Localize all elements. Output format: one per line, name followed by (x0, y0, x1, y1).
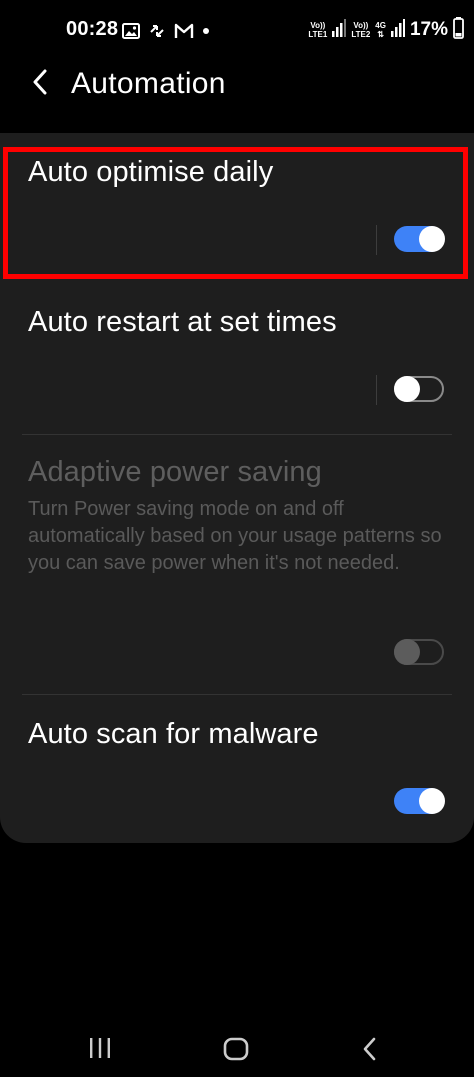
gallery-icon (122, 23, 140, 39)
battery-icon (453, 16, 464, 44)
setting-title: Auto optimise daily (28, 156, 274, 188)
nav-back-button[interactable] (362, 1037, 378, 1066)
status-bar: 00:28 Vo)) LTE1 Vo)) LTE2 4G ⇅ 17% (0, 0, 474, 60)
setting-title: Auto scan for malware (28, 718, 319, 750)
row-divider (22, 434, 452, 435)
sim1-volte-indicator: Vo)) LTE1 (308, 21, 328, 39)
auto-optimise-daily-toggle[interactable] (394, 226, 445, 252)
status-right: Vo)) LTE1 Vo)) LTE2 4G ⇅ 17% (308, 16, 464, 44)
battery-percent: 17% (409, 19, 448, 40)
gmail-icon (174, 23, 194, 39)
auto-scan-malware-toggle[interactable] (394, 788, 445, 814)
toggle-knob (419, 788, 445, 814)
header: Automation (0, 60, 474, 110)
notification-icons (122, 20, 210, 42)
transfer-icon (148, 22, 166, 40)
setting-adaptive-power-saving[interactable]: Adaptive power saving Turn Power saving … (0, 450, 474, 690)
recents-button[interactable] (88, 1037, 112, 1064)
auto-restart-toggle[interactable] (394, 376, 444, 402)
status-time: 00:28 (66, 18, 119, 40)
network-type-indicator: 4G ⇅ (375, 21, 386, 39)
screen: 00:28 Vo)) LTE1 Vo)) LTE2 4G ⇅ 17% Autom… (0, 0, 474, 1077)
home-icon (223, 1037, 249, 1066)
back-button[interactable] (24, 68, 56, 100)
signal-sim1-icon (332, 18, 347, 42)
setting-auto-restart[interactable]: Auto restart at set times (0, 300, 474, 430)
toggle-knob (394, 376, 420, 402)
recents-icon (88, 1037, 112, 1064)
adaptive-power-saving-toggle[interactable] (394, 639, 444, 665)
setting-title: Adaptive power saving (28, 456, 322, 488)
signal-sim2-icon (390, 18, 405, 42)
divider (376, 375, 377, 405)
chevron-left-icon (32, 69, 48, 100)
setting-description: Turn Power saving mode on and off automa… (28, 498, 442, 574)
divider (376, 225, 377, 255)
notification-dot-icon (202, 27, 210, 35)
sim2-volte-indicator: Vo)) LTE2 (351, 21, 371, 39)
toggle-knob (419, 226, 445, 252)
setting-auto-scan-malware[interactable]: Auto scan for malware (0, 712, 474, 832)
setting-title: Auto restart at set times (28, 306, 337, 338)
row-divider (22, 694, 452, 695)
toggle-knob (394, 639, 420, 665)
page-title: Automation (71, 67, 226, 100)
back-icon (362, 1037, 378, 1066)
home-button[interactable] (223, 1037, 249, 1066)
navigation-bar (0, 1017, 474, 1077)
setting-auto-optimise-daily[interactable]: Auto optimise daily (0, 148, 474, 278)
